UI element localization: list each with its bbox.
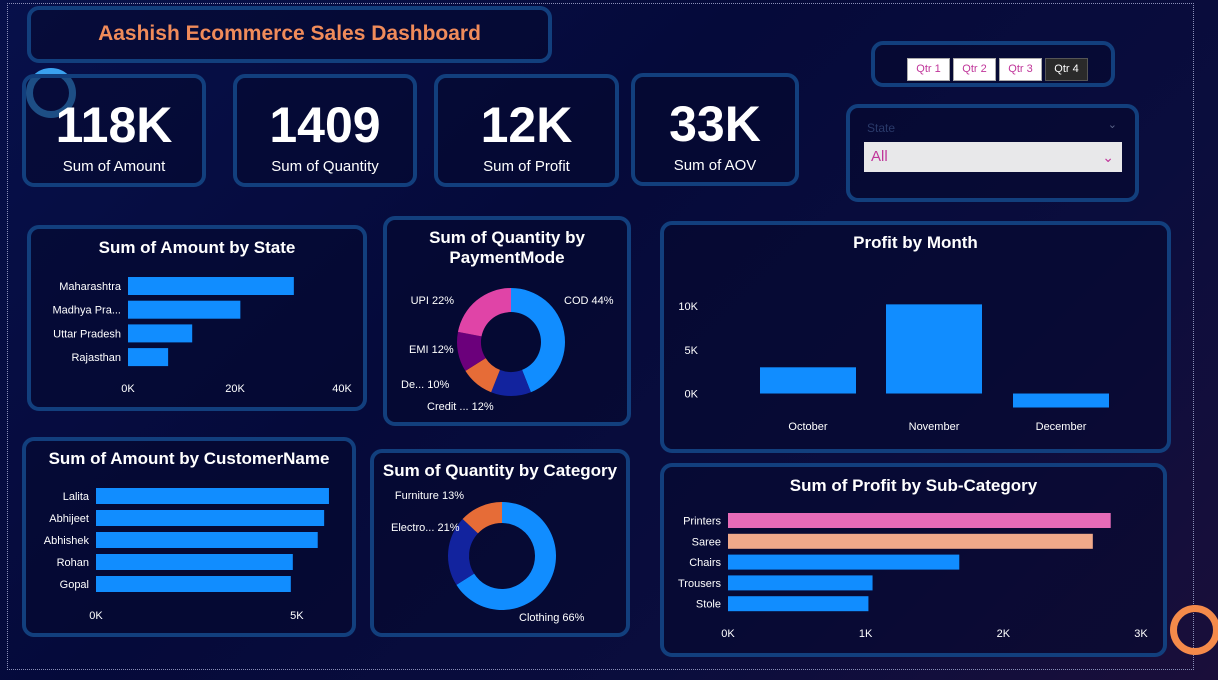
chart-amount-by-state-svg: Maharashtra Madhya Pra... Uttar Pradesh Raj… bbox=[53, 277, 352, 395]
chart-amount-by-customer-svg: Lalita Abhijeet Abhishek Rohan Gopal 0K 5K bbox=[44, 488, 329, 622]
kpi-card-quantity: 1409 Sum of Quantity bbox=[233, 74, 417, 187]
bar bbox=[96, 488, 329, 504]
bar bbox=[128, 277, 294, 295]
slice-label: De... 10% bbox=[401, 379, 450, 391]
qtr-3-button[interactable]: Qtr 3 bbox=[999, 58, 1042, 81]
qtr-1-button[interactable]: Qtr 1 bbox=[907, 58, 950, 81]
qtr-4-button[interactable]: Qtr 4 bbox=[1045, 58, 1088, 81]
bar bbox=[128, 348, 169, 367]
bar bbox=[1013, 393, 1109, 408]
category-label: Trousers bbox=[678, 578, 721, 590]
chevron-down-icon[interactable]: ⌄ bbox=[1108, 118, 1117, 131]
slice-label: Furniture 13% bbox=[395, 490, 464, 502]
slice-label: EMI 12% bbox=[409, 344, 454, 356]
kpi-value: 33K bbox=[669, 96, 761, 152]
donut-slice bbox=[457, 288, 511, 337]
slice-label: Electro... 21% bbox=[391, 522, 460, 534]
category-label: Rajasthan bbox=[71, 352, 121, 364]
chart-quantity-by-paymentmode: Sum of Quantity by PaymentMode COD 44% Cr… bbox=[383, 216, 631, 426]
category-label: October bbox=[788, 421, 827, 433]
chart-profit-by-month-svg: October November December 0K 5K 10K bbox=[678, 301, 1109, 433]
state-dropdown-value: All bbox=[871, 148, 888, 165]
category-label: Rohan bbox=[57, 557, 89, 569]
tick-label: 1K bbox=[859, 628, 873, 640]
kpi-label: Sum of AOV bbox=[673, 157, 757, 174]
bar bbox=[728, 554, 960, 570]
category-label: Stole bbox=[696, 599, 721, 611]
category-label: Saree bbox=[692, 536, 721, 548]
bar bbox=[760, 367, 856, 394]
slice-label: UPI 22% bbox=[411, 295, 455, 307]
bar bbox=[128, 324, 193, 343]
tick-label: 20K bbox=[225, 383, 245, 395]
kpi-card-profit: 12K Sum of Profit bbox=[434, 74, 619, 187]
category-label: Gopal bbox=[60, 579, 89, 591]
tick-label: 3K bbox=[1134, 628, 1148, 640]
tick-label: 0K bbox=[685, 389, 699, 401]
bar bbox=[886, 304, 982, 394]
bar bbox=[728, 533, 1093, 549]
slice-label: COD 44% bbox=[564, 295, 614, 307]
bar bbox=[96, 532, 318, 548]
tick-label: 0K bbox=[89, 610, 103, 622]
chart-quantity-by-category: Sum of Quantity by Category Clothing 66%… bbox=[370, 449, 630, 637]
chart-profit-by-subcategory: Sum of Profit by Sub-Category Printers Sa… bbox=[660, 463, 1167, 657]
category-label: November bbox=[909, 421, 960, 433]
state-slicer: State ⌄ All ⌄ bbox=[846, 104, 1139, 202]
bar bbox=[128, 300, 241, 319]
kpi-card-aov: 33K Sum of AOV bbox=[631, 73, 799, 186]
category-label: Abhijeet bbox=[49, 513, 89, 525]
state-dropdown[interactable]: All ⌄ bbox=[864, 142, 1122, 172]
kpi-label: Sum of Amount bbox=[62, 158, 166, 175]
bar bbox=[728, 513, 1111, 528]
bar bbox=[728, 596, 869, 612]
kpi-value: 1409 bbox=[269, 97, 381, 153]
tick-label: 0K bbox=[121, 383, 135, 395]
state-slicer-label: State bbox=[867, 121, 896, 135]
tick-label: 0K bbox=[721, 628, 735, 640]
category-label: Lalita bbox=[63, 491, 90, 503]
qtr-2-button[interactable]: Qtr 2 bbox=[953, 58, 996, 81]
chart-amount-by-state: Sum of Amount by State Maharashtra Madhya… bbox=[27, 225, 367, 411]
chart-profit-by-subcategory-svg: Printers Saree Chairs Trousers Stole 0K 1K 2K 3K bbox=[678, 513, 1148, 640]
category-label: Abhishek bbox=[44, 535, 90, 547]
tick-label: 5K bbox=[685, 345, 699, 357]
chart-amount-by-customer: Sum of Amount by CustomerName Lalita Abhi… bbox=[22, 437, 356, 637]
kpi-card-amount: 118K Sum of Amount bbox=[22, 74, 206, 187]
slice-label: Clothing 66% bbox=[519, 612, 585, 624]
slice-label: Credit ... 12% bbox=[427, 401, 494, 413]
kpi-value: 118K bbox=[55, 97, 173, 153]
tick-label: 2K bbox=[997, 628, 1011, 640]
category-label: Uttar Pradesh bbox=[53, 328, 121, 340]
title-panel: Aashish Ecommerce Sales Dashboard bbox=[27, 6, 552, 63]
kpi-label: Sum of Quantity bbox=[271, 158, 379, 175]
tick-label: 10K bbox=[678, 301, 698, 313]
decorative-ring-orange bbox=[1170, 605, 1218, 655]
quarter-slicer: Qtr 1 Qtr 2 Qtr 3 Qtr 4 bbox=[871, 41, 1115, 87]
bar bbox=[728, 575, 873, 591]
category-label: Madhya Pra... bbox=[53, 305, 121, 317]
kpi-label: Sum of Profit bbox=[483, 158, 570, 175]
chart-profit-by-month: Profit by Month October November December 0… bbox=[660, 221, 1171, 453]
bar bbox=[96, 576, 291, 592]
chart-quantity-by-category-svg: Clothing 66% Electro... 21% Furniture 13% bbox=[391, 490, 585, 624]
tick-label: 40K bbox=[332, 383, 352, 395]
category-label: December bbox=[1036, 421, 1087, 433]
bar bbox=[96, 554, 293, 570]
category-label: Chairs bbox=[689, 557, 721, 569]
dashboard-title: Aashish Ecommerce Sales Dashboard bbox=[98, 22, 481, 45]
category-label: Printers bbox=[683, 516, 721, 528]
category-label: Maharashtra bbox=[59, 281, 122, 293]
bar bbox=[96, 510, 325, 526]
kpi-value: 12K bbox=[480, 97, 573, 153]
chevron-down-icon: ⌄ bbox=[1102, 149, 1114, 165]
chart-quantity-by-paymentmode-svg: COD 44% Credit ... 12% De... 10% EMI 12% UPI… bbox=[401, 288, 614, 413]
tick-label: 5K bbox=[290, 610, 304, 622]
